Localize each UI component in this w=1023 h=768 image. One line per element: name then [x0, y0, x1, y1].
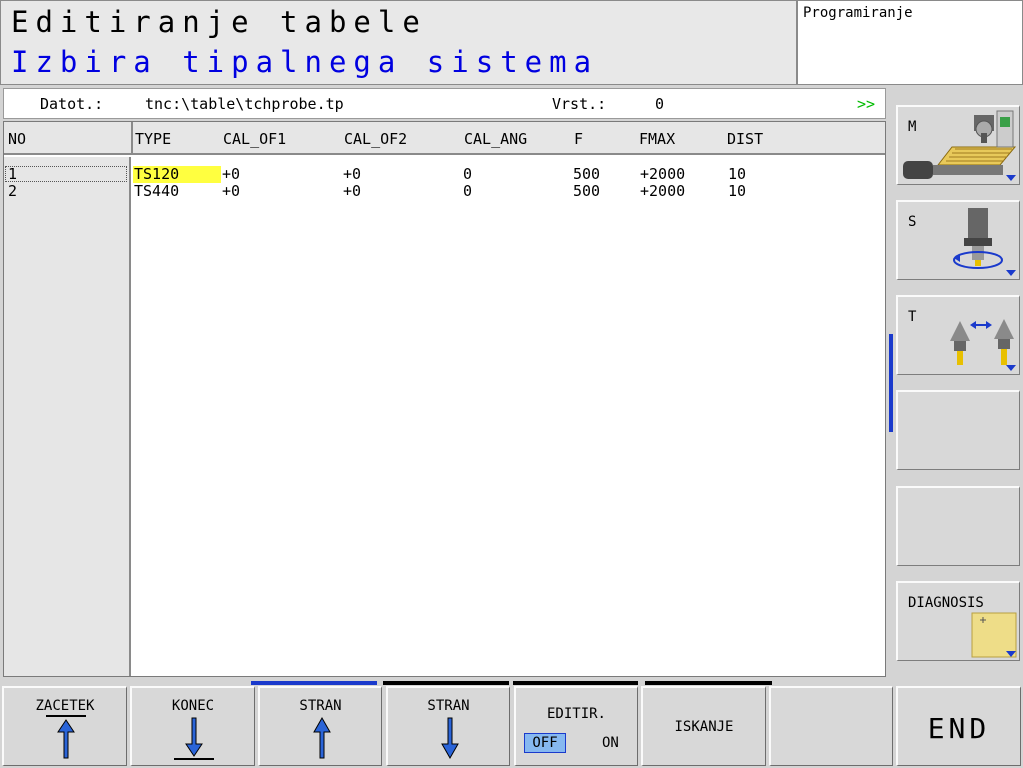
cell-fmax[interactable]: +2000	[640, 183, 685, 200]
arrow-down-icon	[441, 717, 459, 760]
softkey-m[interactable]: M	[896, 105, 1020, 185]
more-options-indicator	[1006, 175, 1016, 181]
column-header-fmax: FMAX	[639, 130, 676, 148]
cell-cal-ang[interactable]: 0	[463, 183, 472, 200]
arrow-up-to-top-icon	[46, 715, 86, 759]
screen-header: Editiranje tabele Izbira tipalnega siste…	[0, 0, 797, 85]
file-label: Datot.:	[40, 95, 104, 113]
more-columns-indicator[interactable]: >>	[857, 95, 875, 113]
mode-label: Programiranje	[803, 5, 913, 21]
softkey-s[interactable]: S	[896, 200, 1020, 280]
end-button[interactable]: END	[896, 686, 1021, 766]
column-header-dist: DIST	[727, 130, 764, 148]
cell-dist[interactable]: 10	[728, 166, 746, 183]
cell-f[interactable]: 500	[573, 166, 600, 183]
row-label: Vrst.:	[552, 95, 607, 113]
table-row[interactable]: TS440 +0 +0 0 500 +2000 10	[133, 183, 885, 200]
arrow-up-icon	[313, 716, 331, 759]
column-header-cal-ang: CAL_ANG	[464, 130, 528, 148]
page-down-button[interactable]: STRAN	[386, 686, 510, 766]
file-path: tnc:\table\tchprobe.tp	[145, 95, 344, 113]
softkey-bar-indicator	[383, 681, 509, 685]
column-header-type: TYPE	[135, 130, 172, 148]
cell-cal-of1[interactable]: +0	[222, 166, 240, 183]
tool-probe-icon	[950, 319, 1014, 365]
row-selection-frame	[5, 166, 127, 182]
softkey-t[interactable]: T	[896, 295, 1020, 375]
edit-toggle-label: EDITIR.	[546, 706, 606, 722]
cell-type[interactable]: TS120	[133, 166, 221, 183]
cell-dist[interactable]: 10	[728, 183, 746, 200]
screen-subtitle: Izbira tipalnega sistema	[11, 45, 599, 79]
softkey-empty-bottom[interactable]	[769, 686, 893, 766]
table-row[interactable]: TS120 +0 +0 0 500 +2000 10	[133, 166, 885, 183]
softkey-row-indicator	[889, 334, 893, 432]
column-header-cal-of2: CAL_OF2	[344, 130, 408, 148]
cell-cal-ang[interactable]: 0	[463, 166, 472, 183]
edit-toggle-button[interactable]: EDITIR. OFF ON	[514, 686, 638, 766]
table-header-row: NO TYPE CAL_OF1 CAL_OF2 CAL_ANG F FMAX D…	[4, 122, 885, 155]
end-of-table-button[interactable]: KONEC	[130, 686, 255, 766]
softkey-bar-indicator	[645, 681, 772, 685]
file-info-bar: Datot.: tnc:\table\tchprobe.tp Vrst.: 0 …	[3, 88, 886, 119]
search-button[interactable]: ISKANJE	[641, 686, 766, 766]
softkey-empty-1[interactable]	[896, 390, 1020, 470]
machine-table-icon	[903, 110, 1017, 179]
row-number[interactable]: 1	[8, 166, 17, 183]
end-button-label: END	[927, 712, 991, 745]
softkey-diagnosis[interactable]: DIAGNOSIS	[896, 581, 1020, 661]
cell-cal-of2[interactable]: +0	[343, 166, 361, 183]
cell-fmax[interactable]: +2000	[640, 166, 685, 183]
mode-panel: Programiranje	[797, 0, 1023, 85]
softkey-bar-indicator	[513, 681, 638, 685]
column-header-no: NO	[8, 130, 27, 148]
cell-type[interactable]: TS440	[134, 183, 179, 200]
screen-title: Editiranje tabele	[11, 5, 427, 39]
begin-button[interactable]: ZACETEK	[2, 686, 127, 766]
softkey-empty-2[interactable]	[896, 486, 1020, 566]
column-header-cal-of1: CAL_OF1	[223, 130, 287, 148]
edit-off-option[interactable]: OFF	[524, 733, 566, 753]
edit-on-option[interactable]: ON	[602, 734, 619, 752]
column-header-f: F	[574, 130, 584, 148]
more-options-indicator	[1006, 270, 1016, 276]
cell-f[interactable]: 500	[573, 183, 600, 200]
page-up-button[interactable]: STRAN	[258, 686, 382, 766]
more-options-indicator	[1006, 651, 1016, 657]
arrow-down-to-bottom-icon	[174, 717, 214, 760]
row-value: 0	[655, 95, 665, 113]
spindle-orientation-icon	[953, 208, 1003, 269]
search-button-label: ISKANJE	[674, 719, 734, 735]
probe-table[interactable]: NO TYPE CAL_OF1 CAL_OF2 CAL_ANG F FMAX D…	[3, 121, 886, 677]
cell-cal-of2[interactable]: +0	[343, 183, 361, 200]
row-number-column: 1 2	[4, 157, 131, 676]
row-number[interactable]: 2	[8, 183, 17, 200]
cell-cal-of1[interactable]: +0	[222, 183, 240, 200]
softkey-bar-indicator-active	[251, 681, 377, 685]
diagnosis-icon	[971, 612, 1017, 658]
column-divider	[131, 122, 133, 155]
more-options-indicator	[1006, 365, 1016, 371]
